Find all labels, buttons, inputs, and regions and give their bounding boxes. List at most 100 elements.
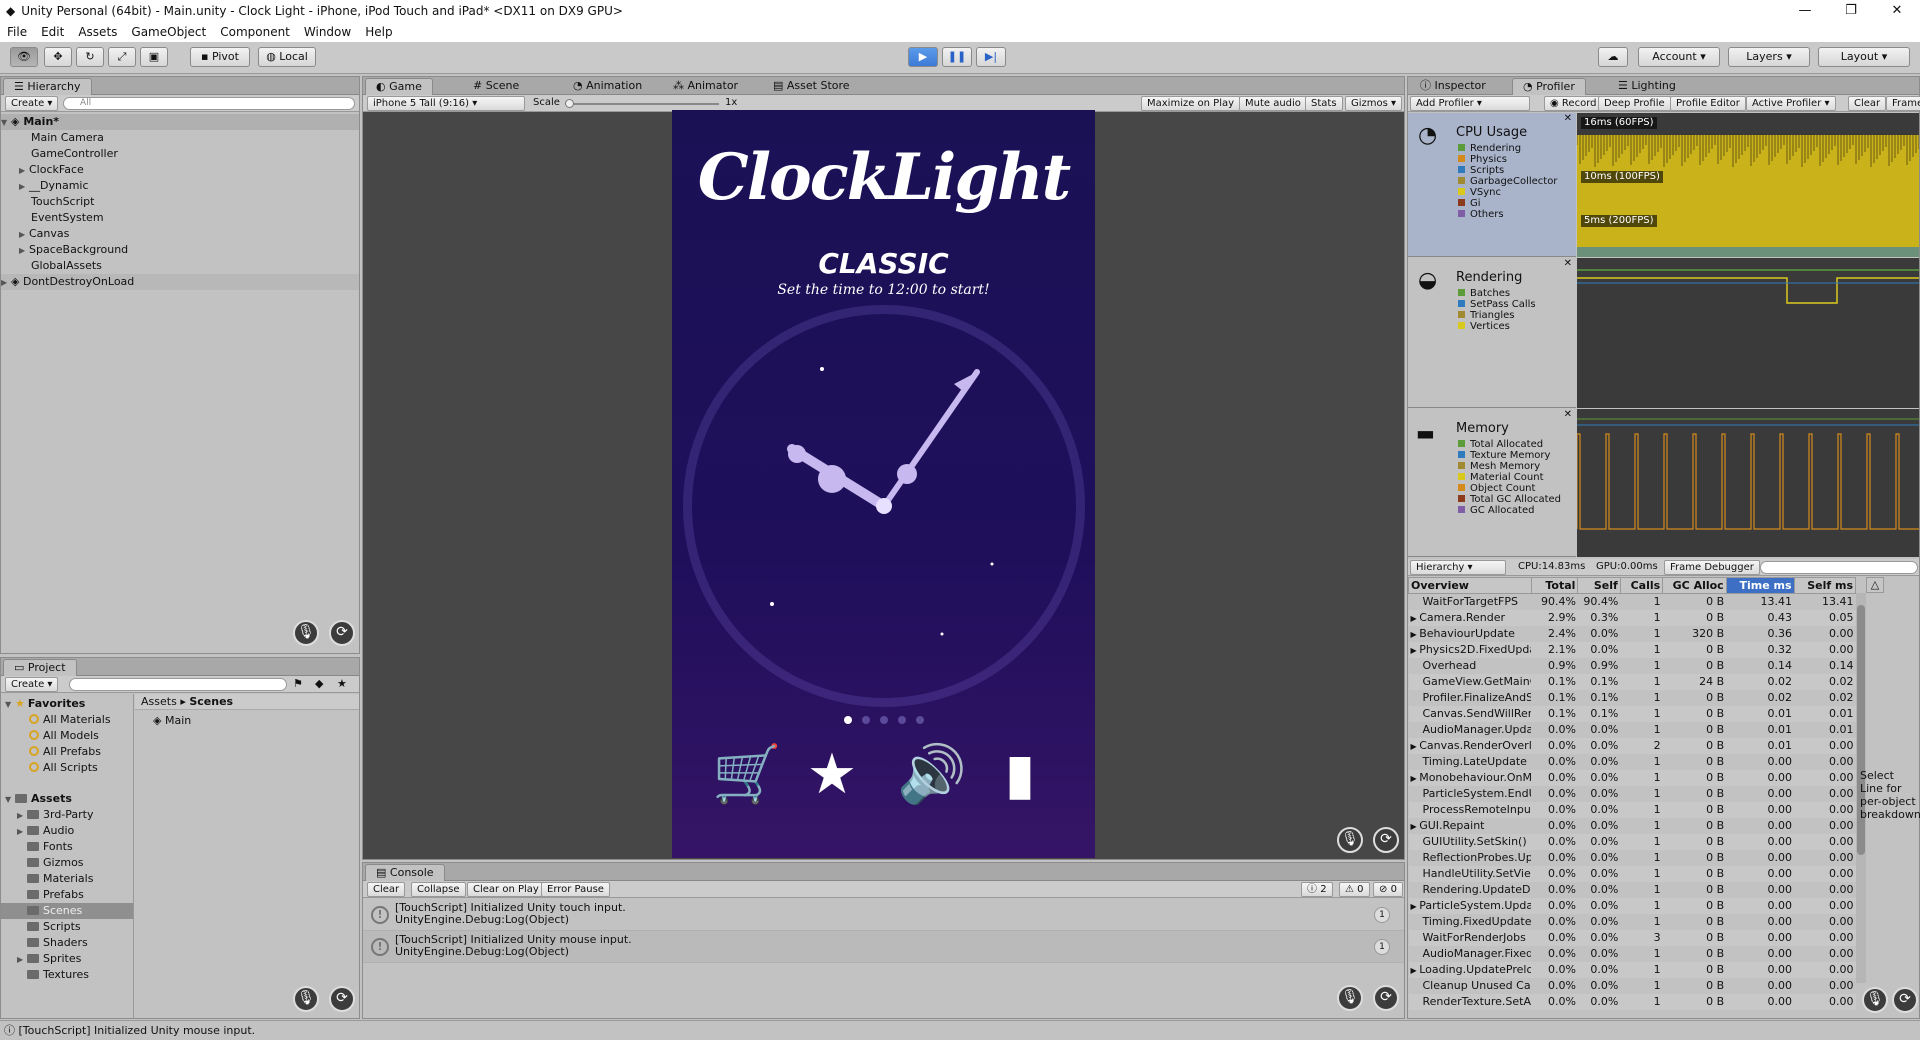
menu-file[interactable]: File: [0, 25, 34, 39]
scene-header[interactable]: ▼ ◈ Main*: [1, 114, 359, 130]
refresh-icon[interactable]: ⟳: [1373, 827, 1399, 853]
filter-by-label-icon[interactable]: ◆: [315, 677, 323, 690]
maximize-on-play-toggle[interactable]: Maximize on Play: [1141, 96, 1241, 111]
menu-component[interactable]: Component: [213, 25, 297, 39]
column-header[interactable]: Self ms: [1793, 577, 1856, 594]
tab-asset-store[interactable]: ▤ Asset Store: [763, 78, 860, 95]
rendering-section[interactable]: ◒ ✕ Rendering Batches SetPass Calls Triang…: [1408, 258, 1576, 408]
pivot-toggle[interactable]: ▪ Pivot: [190, 47, 250, 67]
sort-triangle-icon[interactable]: △: [1866, 577, 1884, 593]
hierarchy-item[interactable]: ▶ __Dynamic: [19, 178, 89, 194]
expand-arrow-icon[interactable]: ▶: [19, 243, 29, 259]
table-row[interactable]: WaitForRenderJobs 0.0% 0.0% 3 0 B 0.00 0.00: [1408, 929, 1856, 946]
move-tool-button[interactable]: ✥: [44, 47, 72, 67]
table-row[interactable]: ▶ GUI.Repaint 0.0% 0.0% 1 0 B 0.00 0.00: [1409, 818, 1856, 834]
menu-gameobject[interactable]: GameObject: [124, 25, 213, 39]
cloud-button[interactable]: ☁: [1598, 47, 1628, 67]
log-count-toggle[interactable]: ⓘ 2: [1301, 882, 1333, 897]
hierarchy-search-input[interactable]: All: [63, 97, 355, 110]
view-mode-dropdown[interactable]: Hierarchy ▾: [1410, 560, 1506, 575]
hierarchy-item[interactable]: ▶ SpaceBackground: [19, 242, 128, 258]
leaderboard-icon[interactable]: ▮: [990, 745, 1050, 805]
maximize-button[interactable]: ❐: [1828, 0, 1874, 22]
table-row[interactable]: GUIUtility.SetSkin() 0.0% 0.0% 1 0 B 0.00 0.00: [1408, 833, 1856, 850]
expand-arrow-icon[interactable]: ▶: [1411, 646, 1420, 655]
close-button[interactable]: ✕: [1874, 0, 1920, 22]
hierarchy-item[interactable]: GameController: [31, 146, 118, 162]
hierarchy-item[interactable]: ▶ Canvas: [19, 226, 69, 242]
close-icon[interactable]: ✕: [1564, 258, 1572, 269]
table-row[interactable]: HandleUtility.SetViewInfo()0.0%0.0%10 B0…: [1408, 865, 1856, 882]
rendering-graph[interactable]: [1577, 258, 1919, 408]
expand-arrow-icon[interactable]: ▶: [1411, 742, 1420, 751]
local-toggle[interactable]: ◍ Local: [258, 47, 316, 67]
scale-tool-button[interactable]: ⤢: [108, 47, 136, 67]
legend-item[interactable]: Triangles: [1458, 310, 1536, 321]
legend-item[interactable]: VSync: [1458, 187, 1557, 198]
table-row[interactable]: ProcessRemoteInput 0.0% 0.0% 1 0 B 0.00 0.00: [1408, 801, 1856, 818]
breadcrumb-scenes[interactable]: Scenes: [189, 695, 233, 708]
folder-item[interactable]: ▶ 3rd-Party: [17, 807, 94, 823]
rotate-tool-button[interactable]: ↻: [76, 47, 104, 67]
tab-inspector[interactable]: ⓘ Inspector: [1410, 78, 1496, 95]
minimize-button[interactable]: —: [1782, 0, 1828, 22]
expand-arrow-icon[interactable]: ▶: [1411, 774, 1420, 783]
rate-star-icon[interactable]: ★: [802, 745, 862, 805]
gizmos-dropdown[interactable]: Gizmos ▾: [1345, 96, 1403, 111]
play-button[interactable]: ▶: [908, 47, 938, 67]
page-dot-active[interactable]: [843, 716, 852, 724]
profiler-search-input[interactable]: [1760, 561, 1918, 574]
favorite-star-icon[interactable]: ★: [337, 677, 347, 690]
cpu-graph[interactable]: 16ms (60FPS) 10ms (100FPS) 5ms (200FPS): [1577, 113, 1919, 257]
expand-arrow-icon[interactable]: ▶: [1411, 902, 1420, 911]
folder-item-selected[interactable]: Scenes: [1, 903, 133, 919]
table-row[interactable]: ParticleSystem.EndUpdateAll 0.0% 0.0% 1 0 B 0…: [1409, 786, 1856, 802]
table-row[interactable]: ▶ Physics2D.FixedUpdate2.1%0.0%10 B0.320…: [1408, 641, 1856, 658]
breadcrumb-assets[interactable]: Assets: [141, 695, 177, 708]
assets-header[interactable]: ▼ Assets: [5, 791, 72, 807]
legend-item[interactable]: Scripts: [1458, 165, 1557, 176]
expand-arrow-icon[interactable]: ▶: [19, 227, 29, 243]
pause-button[interactable]: ❚❚: [942, 47, 972, 67]
hierarchy-item[interactable]: ▶ ClockFace: [19, 162, 84, 178]
favorite-item[interactable]: All Materials: [29, 712, 111, 728]
table-row[interactable]: Cleanup Unused Cached Data 0.0% 0.0% 1 0 B 0.…: [1409, 978, 1856, 994]
refresh-icon[interactable]: ⟳: [1373, 985, 1399, 1011]
column-header[interactable]: Total: [1530, 577, 1579, 594]
record-toggle[interactable]: ◉ Record: [1544, 96, 1603, 111]
layers-dropdown[interactable]: Layers ▾: [1728, 47, 1810, 67]
tab-scene[interactable]: # Scene: [463, 78, 529, 95]
folder-item[interactable]: Gizmos: [27, 855, 84, 871]
table-row[interactable]: Canvas.SendWillRenderCanvases0.1%0.1%10 …: [1408, 705, 1856, 722]
account-dropdown[interactable]: Account ▾: [1638, 47, 1720, 67]
close-icon[interactable]: ✕: [1564, 409, 1572, 420]
folder-item[interactable]: Materials: [27, 871, 93, 887]
active-profiler-dropdown[interactable]: Active Profiler ▾: [1746, 96, 1836, 111]
hierarchy-item[interactable]: Main Camera: [31, 130, 104, 146]
column-header[interactable]: Self: [1577, 577, 1621, 594]
hierarchy-item[interactable]: TouchScript: [31, 194, 94, 210]
tab-console[interactable]: ▤ Console: [365, 864, 445, 881]
table-row[interactable]: Timing.LateUpdate 0.0% 0.0% 1 0 B 0.00 0.00: [1409, 754, 1856, 770]
shop-cart-icon[interactable]: 🛒: [712, 745, 782, 805]
hierarchy-item[interactable]: GlobalAssets: [31, 258, 102, 274]
favorite-item[interactable]: All Prefabs: [29, 744, 101, 760]
mic-icon[interactable]: 🎙: [1337, 985, 1363, 1011]
console-error-pause-button[interactable]: Error Pause: [541, 882, 610, 897]
hierarchy-item[interactable]: EventSystem: [31, 210, 104, 226]
legend-item[interactable]: Total GC Allocated: [1458, 494, 1561, 505]
expand-arrow-icon[interactable]: ▶: [1411, 630, 1420, 639]
column-header[interactable]: Overview: [1408, 577, 1532, 594]
console-log-entry[interactable]: ! [TouchScript] Initialized Unity touch …: [363, 899, 1404, 931]
hierarchy-create-button[interactable]: Create ▾: [5, 96, 59, 111]
legend-item[interactable]: GarbageCollector: [1458, 176, 1557, 187]
legend-item[interactable]: Object Count: [1458, 483, 1561, 494]
mic-icon[interactable]: 🎙: [293, 986, 319, 1012]
view-tool-button[interactable]: 👁: [10, 47, 38, 67]
filter-by-type-icon[interactable]: ⚑: [293, 677, 303, 690]
page-dot[interactable]: [861, 716, 870, 724]
table-row[interactable]: ▶ Loading.UpdatePreloading0.0%0.0%10 B0.…: [1408, 961, 1856, 978]
sound-icon[interactable]: 🔊: [897, 745, 967, 805]
table-row[interactable]: ▶ ParticleSystem.Update0.0%0.0%10 B0.000…: [1408, 897, 1856, 914]
console-log-entry[interactable]: ! [TouchScript] Initialized Unity mouse …: [363, 931, 1404, 963]
